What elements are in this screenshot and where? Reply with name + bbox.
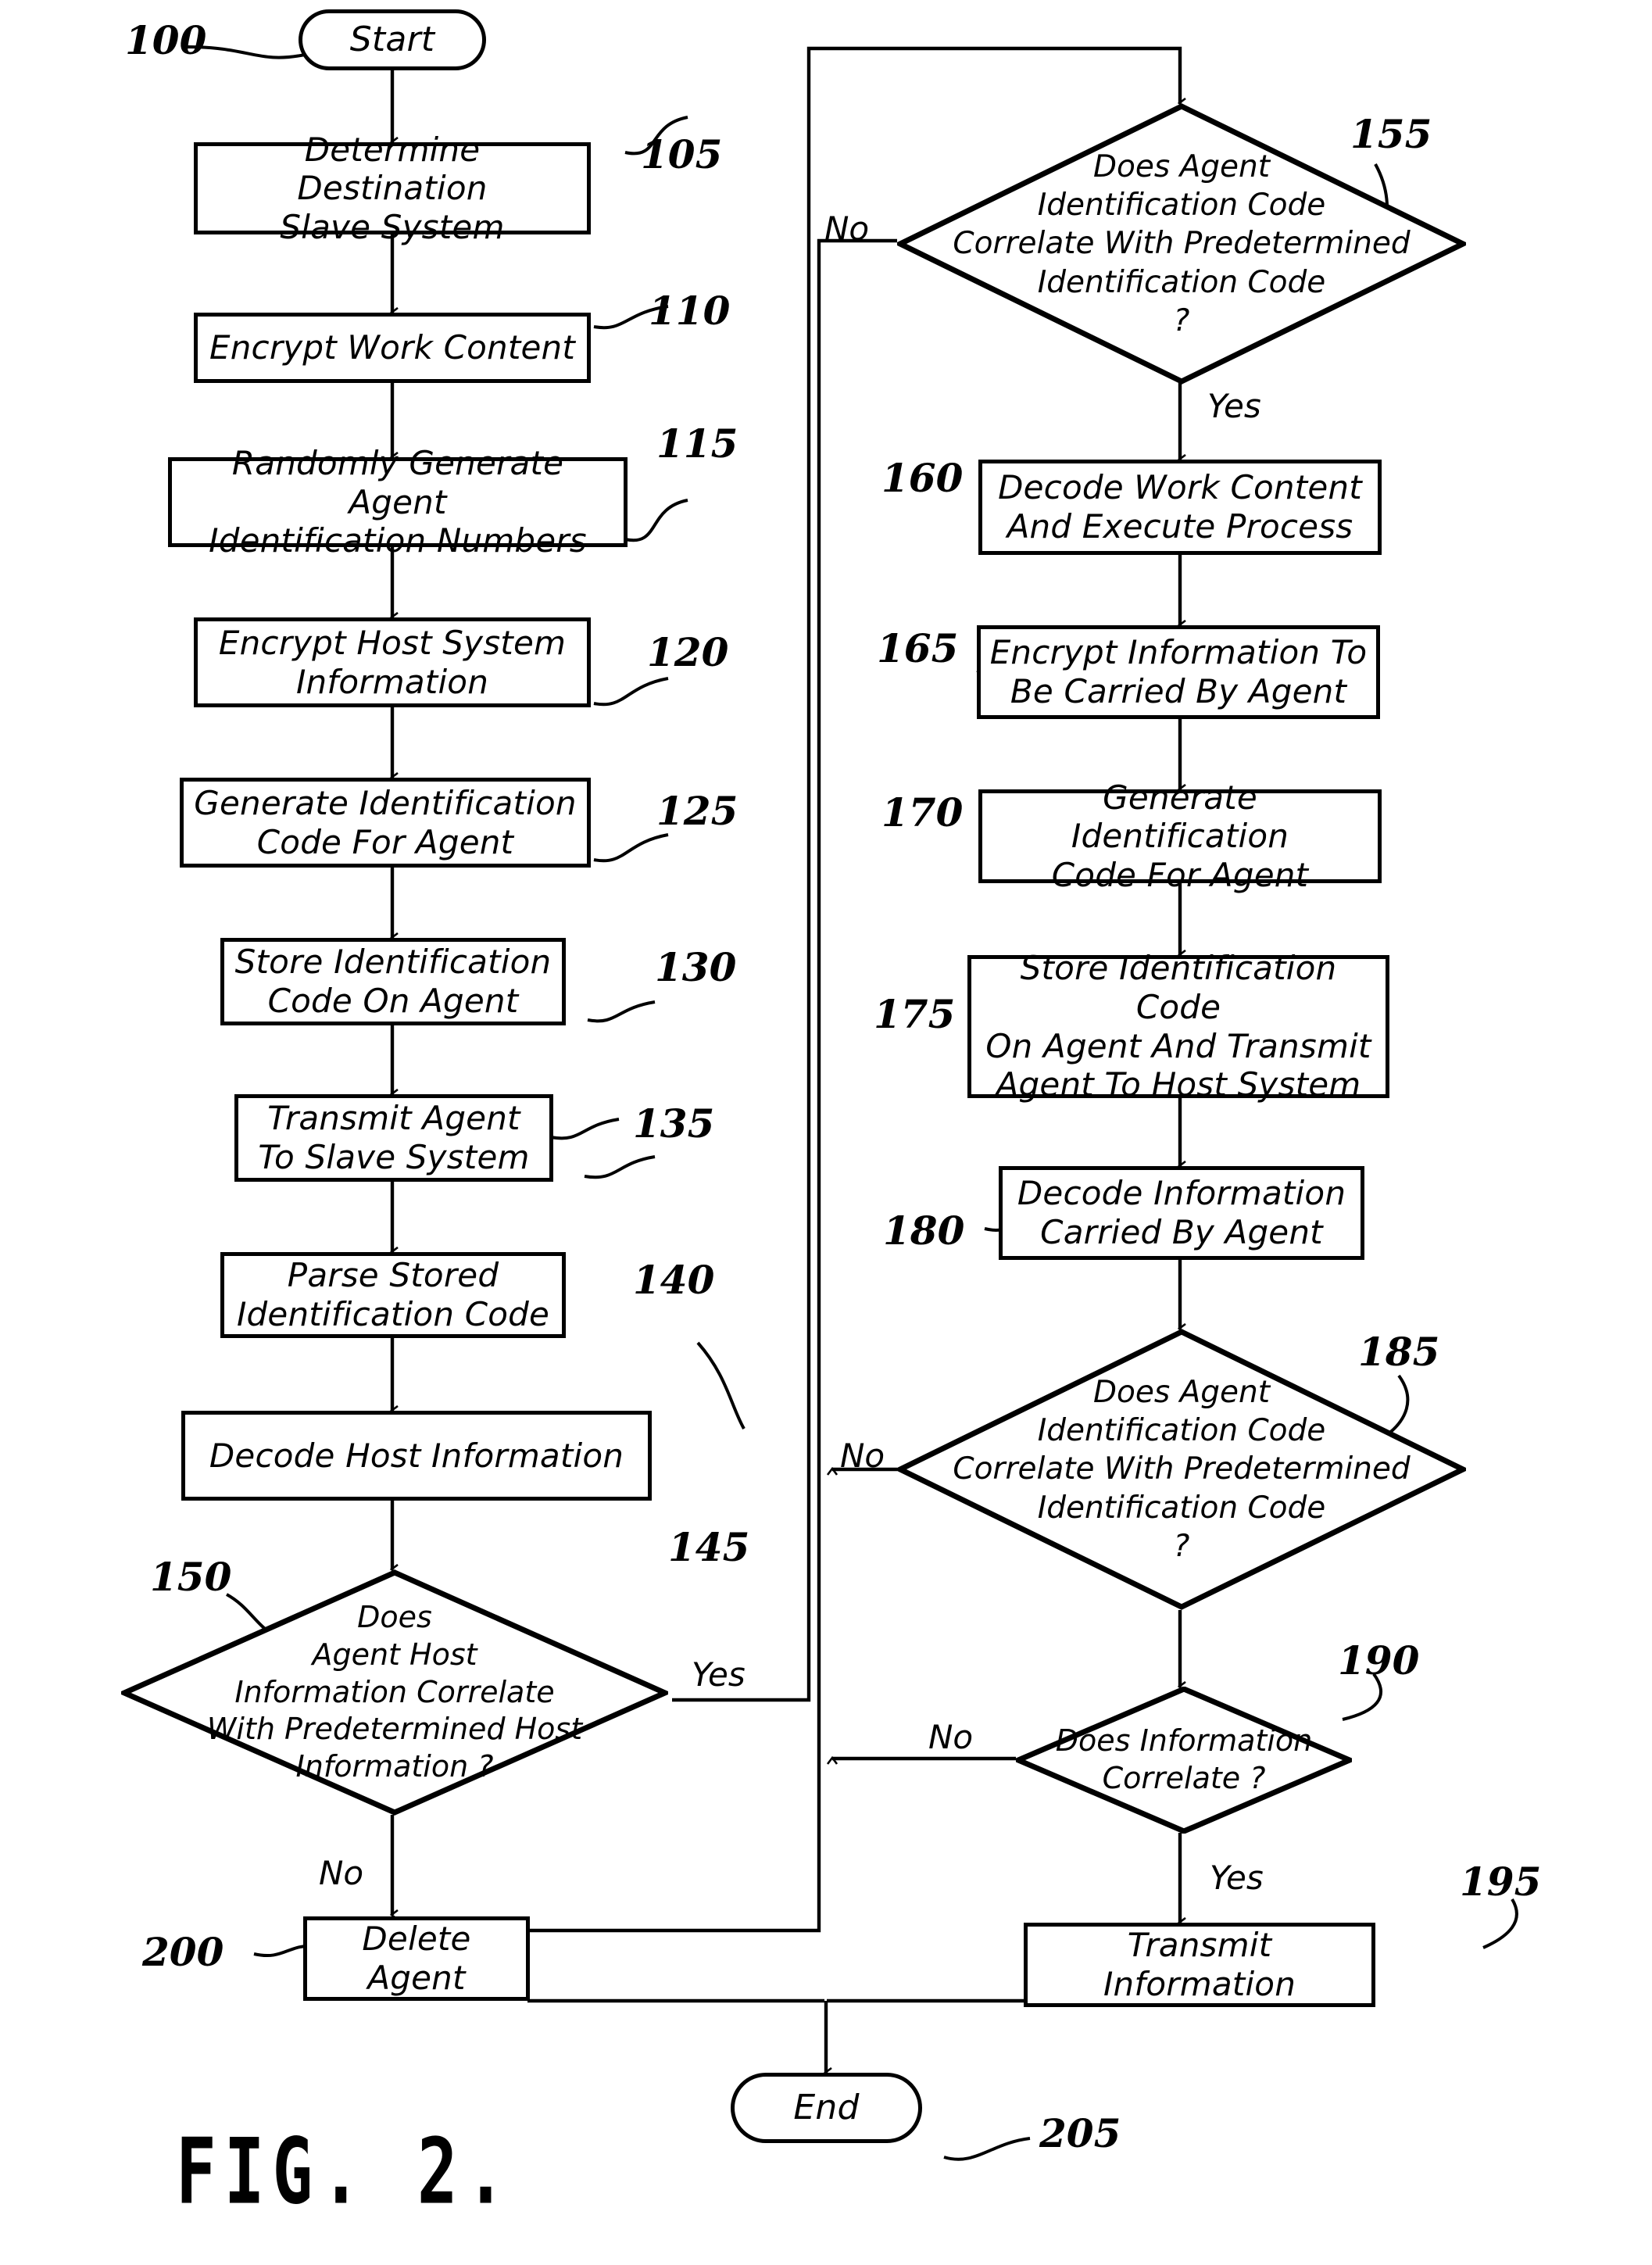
process-135-label: Transmit Agent To Slave System — [258, 1099, 530, 1176]
ref-140: 140 — [633, 1257, 715, 1303]
decision-150-yes-label: Yes — [692, 1655, 746, 1694]
ref-160: 160 — [881, 455, 964, 501]
decision-150-no-label: No — [319, 1854, 364, 1892]
process-145: Decode Host Information — [181, 1411, 652, 1501]
process-115-label: Randomly Generate Agent Identification N… — [209, 444, 587, 560]
process-130: Store Identification Code On Agent — [220, 938, 566, 1025]
process-105: Determine Destination Slave System — [194, 131, 591, 246]
process-165: Encrypt Information To Be Carried By Age… — [977, 625, 1380, 719]
decision-190-no-label: No — [928, 1718, 974, 1756]
process-135: Transmit Agent To Slave System — [234, 1094, 553, 1182]
process-110-label: Encrypt Work Content — [209, 328, 576, 367]
process-110: Encrypt Work Content — [194, 313, 591, 383]
process-175-label: Store Identification Code On Agent And T… — [985, 949, 1371, 1104]
ref-130: 130 — [655, 944, 737, 990]
ref-105: 105 — [641, 131, 723, 177]
process-125-label: Generate Identification Code For Agent — [194, 783, 577, 861]
process-160: Decode Work Content And Execute Process — [978, 460, 1382, 555]
process-170: Generate Identification Code For Agent — [978, 778, 1382, 894]
process-140-label: Parse Stored Identification Code — [236, 1256, 550, 1333]
process-180: Decode Information Carried By Agent — [999, 1166, 1364, 1260]
ref-125: 125 — [656, 788, 738, 834]
decision-190-shape — [1011, 1686, 1357, 1834]
ref-185: 185 — [1358, 1329, 1440, 1375]
decision-150-shape — [117, 1569, 672, 1816]
ref-100: 100 — [125, 17, 207, 63]
process-165-label: Encrypt Information To Be Carried By Age… — [989, 633, 1368, 710]
ref-190: 190 — [1338, 1637, 1420, 1684]
ref-155: 155 — [1350, 111, 1432, 157]
terminal-end-label: End — [793, 2088, 860, 2128]
process-140: Parse Stored Identification Code — [220, 1252, 566, 1338]
process-180-label: Decode Information Carried By Agent — [1017, 1174, 1346, 1251]
decision-155-no-label: No — [824, 209, 870, 248]
process-145-label: Decode Host Information — [209, 1436, 624, 1475]
process-105-label: Determine Destination Slave System — [280, 130, 505, 246]
decision-150: Does Agent Host Information Correlate Wi… — [117, 1569, 672, 1816]
terminal-end: End — [731, 2073, 922, 2143]
process-115: Randomly Generate Agent Identification N… — [168, 444, 628, 560]
process-195-transmit-information: Transmit Information — [1024, 1923, 1375, 2007]
ref-195: 195 — [1460, 1859, 1542, 1905]
decision-190: Does Information Correlate ? — [1011, 1686, 1357, 1834]
process-120-label: Encrypt Host System Information — [218, 623, 567, 701]
ref-165: 165 — [877, 625, 959, 671]
ref-120: 120 — [647, 629, 729, 675]
ref-205: 205 — [1039, 2110, 1121, 2156]
ref-180: 180 — [883, 1208, 965, 1254]
process-200-label: Delete Agent — [362, 1920, 471, 1997]
ref-170: 170 — [881, 789, 964, 836]
process-125: Generate Identification Code For Agent — [180, 778, 591, 868]
process-175: Store Identification Code On Agent And T… — [967, 949, 1389, 1104]
terminal-start: Start — [299, 9, 486, 70]
process-170-label: Generate Identification Code For Agent — [1051, 778, 1309, 894]
decision-185-no-label: No — [840, 1437, 885, 1475]
process-130-label: Store Identification Code On Agent — [234, 943, 552, 1020]
ref-175: 175 — [874, 991, 956, 1037]
terminal-start-label: Start — [349, 20, 435, 60]
process-200-delete-agent: Delete Agent — [303, 1916, 530, 2001]
process-120: Encrypt Host System Information — [194, 617, 591, 707]
decision-155-yes-label: Yes — [1207, 387, 1261, 425]
ref-110: 110 — [649, 288, 731, 334]
process-160-label: Decode Work Content And Execute Process — [998, 468, 1362, 546]
patent-figure-canvas: Start 100 Determine Destination Slave Sy… — [0, 0, 1652, 2265]
ref-145: 145 — [668, 1524, 750, 1570]
ref-135: 135 — [633, 1100, 715, 1147]
process-195-label: Transmit Information — [1103, 1926, 1296, 2003]
figure-caption: FIG. 2. — [176, 2120, 514, 2225]
decision-190-yes-label: Yes — [1210, 1859, 1264, 1897]
ref-200: 200 — [142, 1929, 224, 1975]
ref-115: 115 — [656, 420, 738, 467]
ref-150: 150 — [150, 1554, 232, 1600]
